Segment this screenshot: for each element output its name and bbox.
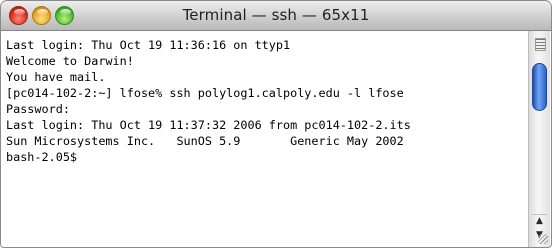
terminal-line: Password: [6,102,70,116]
terminal-line: Last login: Thu Oct 19 11:36:16 on ttyp1 [6,38,291,52]
split-pane-icon[interactable] [535,38,546,51]
terminal-window: Terminal — ssh — 65x11 Last login: Thu O… [0,0,552,248]
vertical-scrollbar[interactable]: ▲ ▼ [528,31,550,247]
terminal-line: Last login: Thu Oct 19 11:37:32 2006 fro… [6,118,411,132]
terminal-line: [pc014-102-2:~] lfose% ssh polylog1.calp… [6,86,404,100]
arrow-up-icon[interactable]: ▲ [532,214,547,228]
terminal-line: Sun Microsystems Inc. SunOS 5.9 Generic … [6,134,404,148]
resize-grip-icon[interactable] [538,234,548,244]
terminal-line: Welcome to Darwin! [6,54,134,68]
title-bar[interactable]: Terminal — ssh — 65x11 [1,1,551,31]
terminal-prompt: bash-2.05$ [6,150,78,164]
terminal-line: You have mail. [6,70,106,84]
terminal-content[interactable]: Last login: Thu Oct 19 11:36:16 on ttyp1… [1,31,528,247]
window-title: Terminal — ssh — 65x11 [182,6,370,24]
scrollbar-thumb[interactable] [532,63,547,111]
